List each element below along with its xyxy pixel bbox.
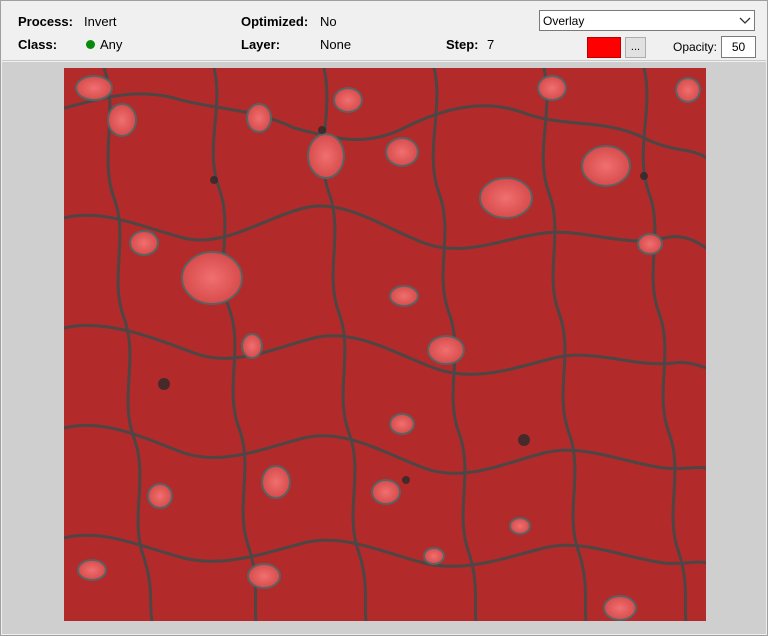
optimized-label: Optimized: (241, 14, 309, 29)
layer-label: Layer: (241, 37, 281, 52)
status-dot-icon (86, 40, 95, 49)
overlay-color-swatch[interactable] (587, 37, 621, 58)
process-value: Invert (84, 14, 117, 29)
step-label: Step: (446, 37, 479, 52)
mode-select[interactable]: Overlay (539, 10, 755, 31)
color-picker-button[interactable]: ... (625, 37, 646, 58)
class-value: Any (100, 37, 123, 52)
app-window: Process: Invert Class: Any Optimized: No… (0, 0, 768, 636)
overlay-image[interactable] (63, 67, 707, 622)
layer-value: None (320, 37, 352, 52)
opacity-label: Opacity: (673, 40, 718, 54)
opacity-input[interactable]: 50 (721, 36, 756, 58)
optimized-value: No (320, 14, 337, 29)
step-value: 7 (487, 37, 495, 52)
chevron-down-icon[interactable] (736, 11, 754, 30)
toolbar: Process: Invert Class: Any Optimized: No… (2, 2, 766, 61)
class-label: Class: (18, 37, 58, 52)
process-label: Process: (18, 14, 73, 29)
mode-select-value: Overlay (543, 14, 585, 28)
grain-overlay-graphic (63, 67, 707, 622)
class-value-wrap: Any (86, 37, 122, 52)
image-canvas-area[interactable] (2, 62, 766, 634)
